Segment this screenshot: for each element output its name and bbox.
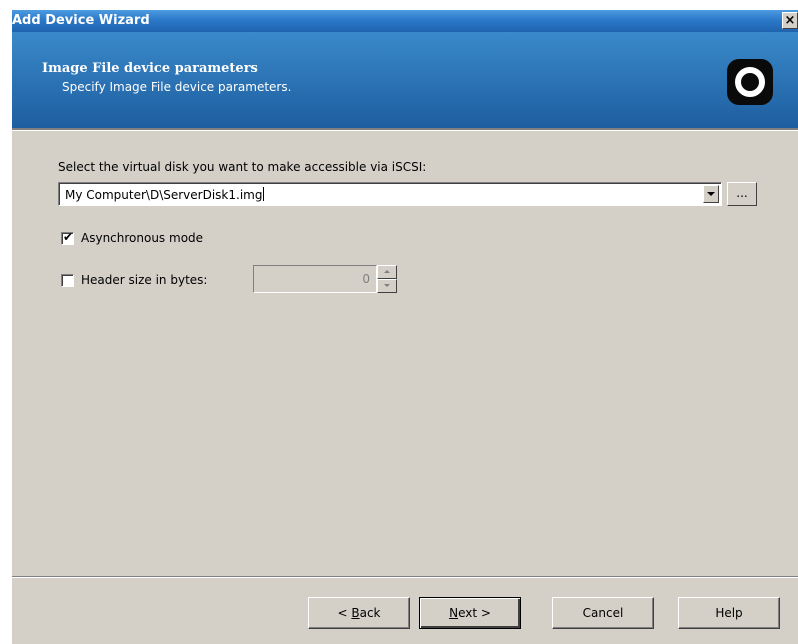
browse-button[interactable]: ... (727, 182, 757, 206)
decrement-button (377, 279, 397, 293)
page-subtitle: Specify Image File device parameters. (62, 80, 292, 94)
window-title: Add Device Wizard (12, 13, 150, 28)
chevron-down-icon (707, 192, 715, 196)
virtual-disk-text: My Computer\D\ServerDisk1.img (65, 188, 263, 202)
header-size-stepper: 0 (253, 265, 399, 293)
asynchronous-mode-checkbox[interactable]: ✔ (61, 230, 74, 245)
footer-divider (12, 576, 798, 578)
title-bar: Add Device Wizard × (12, 10, 798, 32)
header-size-input: 0 (253, 265, 377, 293)
increment-button (377, 265, 397, 279)
dropdown-button[interactable] (703, 185, 719, 203)
header-size-value: 0 (362, 272, 370, 286)
header-size-label: Header size in bytes: (81, 273, 208, 287)
chevron-up-icon (384, 270, 390, 273)
ring-logo-icon (727, 59, 773, 105)
virtual-disk-combobox[interactable]: My Computer\D\ServerDisk1.img (58, 182, 722, 206)
virtual-disk-value: My Computer\D\ServerDisk1.img (65, 187, 265, 202)
header-divider (12, 128, 798, 131)
check-icon: ✔ (63, 230, 74, 244)
cancel-button[interactable]: Cancel (552, 597, 654, 629)
add-device-wizard-window: Add Device Wizard × Image File device pa… (12, 10, 798, 644)
close-button[interactable]: × (782, 12, 798, 29)
back-button[interactable]: < Back (308, 597, 410, 629)
next-label-suffix: ext > (458, 606, 491, 620)
stepper-arrows (377, 265, 397, 293)
next-label-mnemonic: N (449, 606, 459, 620)
close-icon: × (784, 13, 796, 28)
page-title: Image File device parameters (42, 61, 258, 76)
help-button[interactable]: Help (678, 597, 780, 629)
header-banner: Image File device parameters Specify Ima… (12, 32, 798, 128)
next-button[interactable]: Next > (419, 597, 521, 629)
asynchronous-mode-label: Asynchronous mode (81, 231, 204, 245)
back-label-prefix: < (337, 606, 352, 620)
back-label-mnemonic: B (351, 606, 360, 620)
virtual-disk-label: Select the virtual disk you want to make… (58, 160, 427, 174)
back-label-suffix: ack (359, 606, 381, 620)
chevron-down-icon (384, 284, 390, 287)
header-size-checkbox[interactable] (61, 274, 74, 287)
